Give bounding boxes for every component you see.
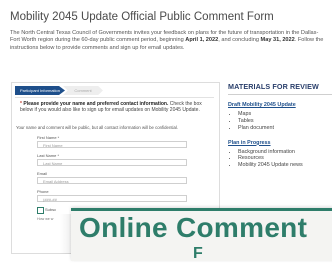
draft-plan-link[interactable]: Draft Mobility 2045 Update [228, 102, 332, 108]
phone-label: Phone [37, 189, 49, 194]
tab-participant-information[interactable]: Participant Information [15, 86, 65, 95]
subscribe-checkbox[interactable] [37, 207, 44, 214]
last-name-input[interactable]: Last Name [37, 159, 187, 166]
materials-sidebar: MATERIALS FOR REVIEW Draft Mobility 2045… [228, 82, 332, 169]
intro-paragraph: The North Central Texas Council of Gover… [10, 30, 328, 52]
page-title: Mobility 2045 Update Official Public Com… [10, 11, 274, 23]
privacy-note: Your name and comment will be public, bu… [16, 125, 179, 130]
email-input[interactable]: Email Address [37, 177, 187, 184]
form-instructions: * Please provide your name and preferred… [20, 101, 212, 113]
list-item[interactable]: Plan document [238, 125, 332, 132]
first-name-input[interactable]: First Name [37, 141, 187, 148]
divider [15, 97, 214, 98]
email-label: Email [37, 171, 48, 176]
contact-help-text: How we w [37, 217, 54, 221]
last-name-label: Last Name * [37, 153, 60, 158]
intro-end-date: May 31, 2022 [260, 37, 295, 44]
tab-comment[interactable]: Comment [63, 86, 103, 95]
banner-subtitle: F [193, 245, 203, 262]
list-item[interactable]: Maps [238, 111, 332, 118]
banner-title: Online Comment [79, 212, 308, 243]
first-name-label: First Name * [37, 135, 60, 140]
list-item[interactable]: Background information [238, 149, 332, 156]
instructions-bold: Please provide your name and preferred c… [21, 101, 169, 107]
plan-in-progress-link[interactable]: Plan in Progress [228, 140, 332, 146]
phone-input[interactable]: (###-## [37, 195, 187, 202]
list-item[interactable]: Resources [238, 155, 332, 162]
subscribe-label: Subsc [45, 207, 57, 212]
online-comment-banner: Online Comment F [71, 208, 332, 262]
list-item[interactable]: Tables [238, 118, 332, 125]
list-item[interactable]: Mobility 2045 Update news [238, 162, 332, 169]
intro-start-date: April 1, 2022 [185, 37, 219, 44]
intro-text: , and concluding [218, 37, 261, 44]
sidebar-title: MATERIALS FOR REVIEW [228, 82, 332, 95]
progress-items-list: Background information Resources Mobilit… [228, 149, 332, 169]
draft-items-list: Maps Tables Plan document [228, 111, 332, 133]
